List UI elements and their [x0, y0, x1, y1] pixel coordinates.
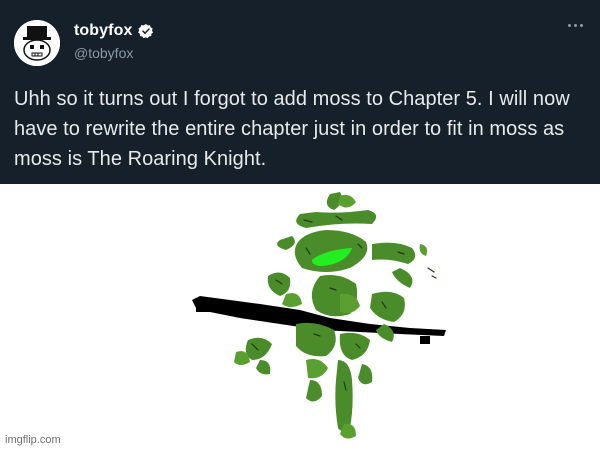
imgflip-watermark: imgflip.com [5, 434, 61, 446]
tweet-text: Uhh so it turns out I forgot to add moss… [14, 88, 570, 170]
tobyfox-avatar-icon [14, 20, 60, 66]
display-name[interactable]: tobyfox [74, 22, 132, 40]
display-name-row: tobyfox [74, 20, 154, 42]
tweet-card: tobyfox @tobyfox Uhh so it turns out I f… [0, 0, 600, 184]
verified-badge-icon [138, 24, 154, 39]
meme-image [0, 184, 600, 450]
user-handle[interactable]: @tobyfox [74, 45, 154, 61]
dot [567, 23, 571, 27]
more-options-icon[interactable] [564, 18, 586, 32]
dot [573, 23, 577, 27]
moss-knight-drawing [192, 192, 446, 439]
avatar[interactable] [14, 20, 60, 66]
tweet-header: tobyfox @tobyfox [74, 20, 154, 61]
dot [579, 23, 583, 27]
